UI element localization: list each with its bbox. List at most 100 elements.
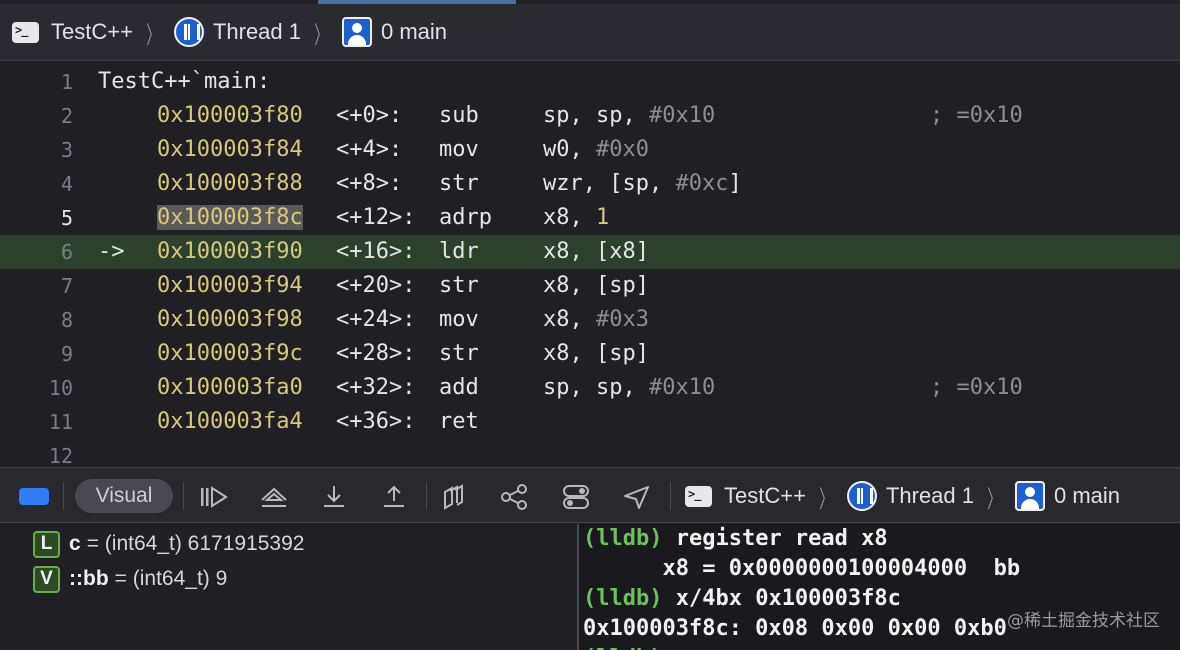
instruction-address: 0x100003f88 <box>157 171 303 196</box>
jump-bar-thread[interactable]: Thread 1 <box>173 17 301 47</box>
variable-row[interactable]: V ::bb = (int64_t) 9 <box>33 564 227 594</box>
jump-bar-thread-label: Thread 1 <box>212 19 301 44</box>
instruction-address-selected: 0x100003f8c <box>157 205 303 230</box>
instruction-address: 0x100003f80 <box>157 103 303 128</box>
instruction-address: 0x100003f94 <box>157 273 303 298</box>
console-command: x/4bx 0x100003f8c <box>662 586 901 611</box>
debug-jump-bar-project[interactable]: TestC++ <box>685 483 806 509</box>
code-line: 5 0x100003f8c <+12>: adrp x8, 1 <box>0 201 1180 235</box>
console-line: (lldb) register read x8 <box>583 526 888 551</box>
instruction-operands: x8, #0x3 <box>543 307 649 332</box>
step-out-icon[interactable] <box>379 482 409 512</box>
console-output: 0x100003f8c: 0x08 0x00 0x00 0xb0 <box>583 616 1007 641</box>
line-number: 9 <box>60 342 73 366</box>
instruction-operands: wzr, [sp, #0xc] <box>543 171 742 196</box>
thread-icon <box>173 17 204 47</box>
lldb-prompt: (lldb) <box>583 586 663 611</box>
environment-overrides-icon[interactable] <box>561 482 591 512</box>
divider <box>426 482 427 510</box>
code-line: 11 0x100003fa4 <+36>: ret <box>0 405 1180 439</box>
divider <box>183 482 184 510</box>
console-command: register read x8 <box>662 526 888 551</box>
code-line: 2 0x100003f80 <+0>: sub sp, sp, #0x10 ; … <box>0 99 1180 133</box>
current-instruction-line: 6 -> 0x100003f90 <+16>: ldr x8, [x8] <box>0 235 1180 269</box>
debug-bar: Visual TestC++ 〉 Thread 1 〉 <box>0 467 1180 523</box>
code-line: 10 0x100003fa0 <+32>: add sp, sp, #0x10 … <box>0 371 1180 405</box>
instruction-opcode: add <box>439 375 479 400</box>
memory-graph-icon[interactable] <box>500 482 530 512</box>
breakpoints-toggle[interactable] <box>19 488 49 505</box>
instruction-opcode: sub <box>439 103 479 128</box>
terminal-icon <box>685 485 712 507</box>
chevron-right-icon: 〉 <box>819 485 833 513</box>
instruction-comment: ; =0x10 <box>930 103 1023 128</box>
instruction-offset: <+24>: <box>336 307 416 332</box>
step-into-icon[interactable] <box>319 482 349 512</box>
debug-jump-bar: TestC++ 〉 Thread 1 〉 0 main <box>685 468 1120 524</box>
chevron-right-icon: 〉 <box>314 21 328 49</box>
instruction-address: 0x100003fa0 <box>157 375 303 400</box>
instruction-operands: x8, [sp] <box>543 341 649 366</box>
disassembly-editor[interactable]: 1 TestC++`main: 2 0x100003f80 <+0>: sub … <box>0 62 1180 467</box>
step-over-icon[interactable] <box>259 482 289 512</box>
debug-jump-bar-thread[interactable]: Thread 1 <box>846 481 974 511</box>
function-header: TestC++`main: <box>98 69 271 94</box>
instruction-address: 0x100003f90 <box>157 239 303 264</box>
code-line: 9 0x100003f9c <+28>: str x8, [sp] <box>0 337 1180 371</box>
jump-bar-project[interactable]: TestC++ <box>12 19 133 45</box>
instruction-address: 0x100003f84 <box>157 137 303 162</box>
instruction-offset: <+0>: <box>336 103 403 128</box>
instruction-offset: <+16>: <box>336 239 416 264</box>
instruction-operands: w0, #0x0 <box>543 137 649 162</box>
line-number: 10 <box>48 376 73 400</box>
code-line: 1 TestC++`main: <box>0 65 1180 99</box>
jump-bar-frame[interactable]: 0 main <box>342 17 447 47</box>
thread-icon <box>846 481 877 511</box>
local-variable-badge: L <box>33 530 60 558</box>
instruction-operands: x8, [sp] <box>543 273 649 298</box>
debug-jump-bar-project-label: TestC++ <box>724 483 806 508</box>
watermark: @稀土掘金技术社区 <box>1007 611 1160 631</box>
terminal-icon <box>12 21 39 43</box>
line-number: 8 <box>60 308 73 332</box>
variable-row[interactable]: L c = (int64_t) 6171915392 <box>33 529 304 559</box>
visual-button[interactable]: Visual <box>75 479 173 513</box>
line-number: 2 <box>60 104 73 128</box>
lldb-console[interactable]: (lldb) register read x8 x8 = 0x000000010… <box>579 524 1180 650</box>
debug-jump-bar-frame[interactable]: 0 main <box>1015 481 1120 511</box>
debug-jump-bar-thread-label: Thread 1 <box>885 483 974 508</box>
instruction-opcode: str <box>439 171 479 196</box>
instruction-operands: sp, sp, #0x10 <box>543 103 716 128</box>
instruction-opcode: str <box>439 341 479 366</box>
variable-name: ::bb <box>69 567 109 590</box>
code-line: 4 0x100003f88 <+8>: str wzr, [sp, #0xc] <box>0 167 1180 201</box>
instruction-offset: <+4>: <box>336 137 403 162</box>
chevron-right-icon: 〉 <box>146 21 160 49</box>
instruction-opcode: ldr <box>439 239 479 264</box>
line-number: 7 <box>60 274 73 298</box>
console-line: (lldb) x/4bx 0x100003f8c <box>583 586 901 611</box>
continue-icon[interactable] <box>199 482 229 512</box>
code-line: 3 0x100003f84 <+4>: mov w0, #0x0 <box>0 133 1180 167</box>
line-number: 12 <box>48 444 73 467</box>
line-number: 4 <box>60 172 73 196</box>
variable-name: c <box>69 532 81 555</box>
console-line: (lldb) <box>583 646 662 650</box>
lldb-prompt: (lldb) <box>583 646 662 650</box>
location-icon[interactable] <box>622 482 652 512</box>
jump-bar: TestC++ 〉 Thread 1 〉 0 main <box>0 4 1180 61</box>
global-variable-badge: V <box>33 565 60 593</box>
view-hierarchy-icon[interactable] <box>440 482 470 512</box>
instruction-address: 0x100003f98 <box>157 307 303 332</box>
stack-frame-icon <box>1015 481 1045 511</box>
divider <box>63 482 64 510</box>
instruction-offset: <+20>: <box>336 273 416 298</box>
code-line: 7 0x100003f94 <+20>: str x8, [sp] <box>0 269 1180 303</box>
instruction-opcode: mov <box>439 137 479 162</box>
line-number: 5 <box>60 206 73 230</box>
lldb-prompt: (lldb) <box>583 526 663 551</box>
instruction-offset: <+32>: <box>336 375 416 400</box>
instruction-operands: x8, [x8] <box>543 239 649 264</box>
instruction-offset: <+28>: <box>336 341 416 366</box>
line-number: 6 <box>60 240 73 264</box>
